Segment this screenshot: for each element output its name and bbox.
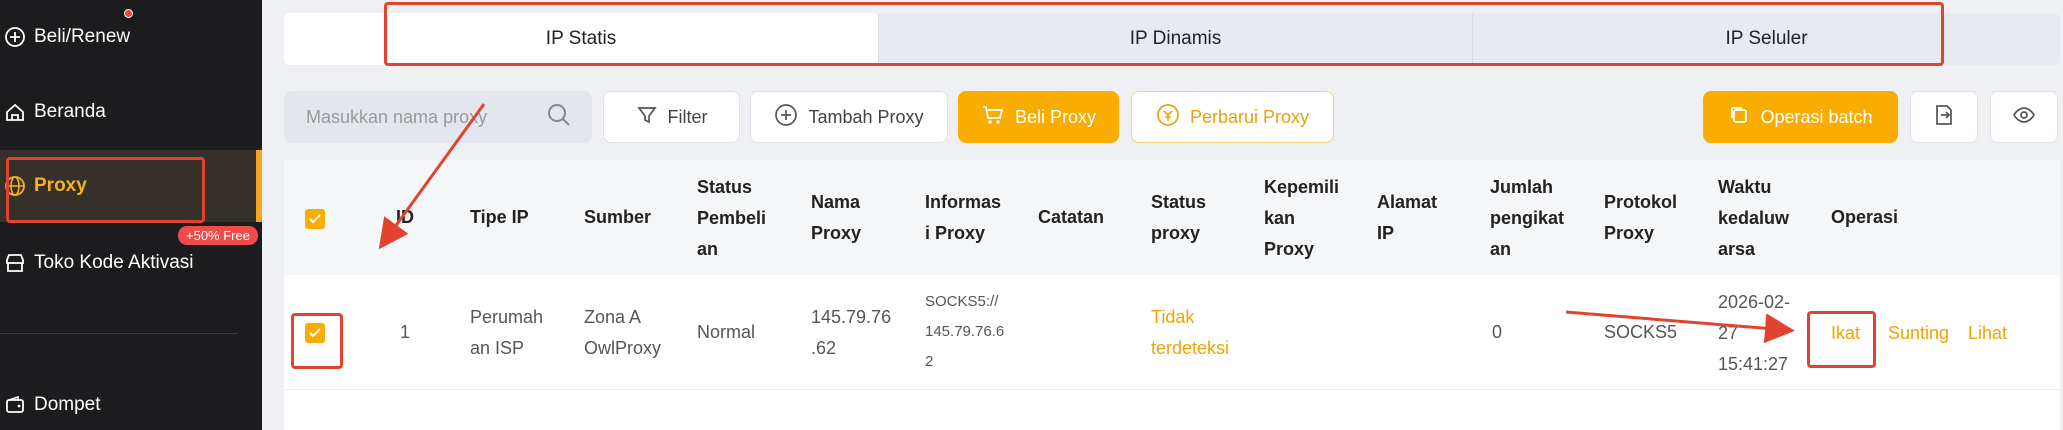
header-sumber[interactable]: Sumber (584, 202, 651, 233)
notification-dot (124, 9, 133, 18)
search-box (284, 91, 592, 143)
copy-icon (1728, 104, 1750, 131)
cell-id: 1 (400, 322, 411, 342)
check-icon (309, 328, 321, 338)
export-button[interactable] (1910, 91, 1978, 143)
bind-link[interactable]: Ikat (1831, 323, 1860, 344)
header-kepemilikan-proxy[interactable]: Kepemili kan Proxy (1264, 172, 1339, 265)
filter-icon (636, 104, 658, 131)
sidebar-item-dompet[interactable]: Dompet (0, 375, 262, 430)
sidebar: Beli/Renew Beranda Proxy +50% Free Toko … (0, 0, 262, 430)
header-waktu-kedaluwarsa[interactable]: Waktu kedaluw arsa (1718, 172, 1789, 265)
header-nama-proxy[interactable]: Nama Proxy (811, 187, 861, 249)
edit-link[interactable]: Sunting (1888, 323, 1949, 344)
tab-ip-seluler[interactable]: IP Seluler (1472, 13, 2060, 65)
home-icon (2, 99, 28, 125)
column-visibility-button[interactable] (1990, 91, 2058, 143)
view-link[interactable]: Lihat (1968, 323, 2007, 344)
add-proxy-button[interactable]: Tambah Proxy (750, 91, 948, 143)
cell-jumlah-pengikatan: 0 (1492, 322, 1503, 342)
store-icon (2, 250, 28, 276)
cell-sumber: Zona A OwlProxy (584, 307, 662, 358)
buy-proxy-button[interactable]: Beli Proxy (958, 91, 1119, 143)
cell-tipe-ip: Perumah an ISP (470, 307, 544, 358)
sidebar-item-label: Toko Kode Aktivasi (34, 252, 194, 273)
filter-button[interactable]: Filter (603, 91, 740, 143)
batch-operation-label: Operasi batch (1760, 106, 1873, 127)
table-row: 1 Perumah an ISP Zona A OwlProxy Normal … (284, 275, 2060, 390)
tab-ip-statis[interactable]: IP Statis (284, 13, 878, 65)
renew-proxy-button[interactable]: Perbarui Proxy (1131, 91, 1334, 143)
add-proxy-label: Tambah Proxy (808, 106, 924, 127)
plus-circle-icon (2, 24, 28, 50)
renew-coin-icon (1156, 103, 1180, 132)
header-id[interactable]: ID (396, 202, 414, 233)
header-alamat-ip[interactable]: Alamat IP (1377, 187, 1437, 249)
sidebar-item-label: Beranda (34, 101, 106, 122)
sidebar-item-proxy[interactable]: Proxy (0, 150, 262, 222)
table-header: ID Tipe IP Sumber Status Pembeli an Nama… (284, 160, 2060, 275)
cell-status-proxy: Tidak terdeteksi (1151, 307, 1230, 358)
header-status-proxy[interactable]: Status proxy (1151, 187, 1206, 249)
sidebar-item-label: Dompet (34, 394, 101, 415)
eye-settings-icon (2011, 102, 2037, 133)
export-icon (1932, 103, 1956, 132)
cell-status-pembelian: Normal (697, 322, 756, 342)
cell-nama-proxy: 145.79.76 .62 (811, 307, 892, 358)
plus-circle-icon (774, 103, 798, 132)
header-operasi: Operasi (1831, 207, 1899, 227)
globe-icon (2, 173, 28, 199)
sidebar-item-label: Proxy (34, 175, 87, 196)
search-icon[interactable] (546, 102, 572, 133)
header-catatan[interactable]: Catatan (1038, 202, 1104, 233)
header-tipe-ip[interactable]: Tipe IP (470, 202, 529, 233)
check-icon (309, 214, 321, 224)
tab-ip-dinamis[interactable]: IP Dinamis (878, 13, 1472, 65)
row-checkbox[interactable] (305, 323, 325, 343)
proxy-table: ID Tipe IP Sumber Status Pembeli an Nama… (284, 160, 2060, 430)
sidebar-divider (0, 333, 238, 334)
renew-proxy-label: Perbarui Proxy (1189, 106, 1310, 127)
cell-waktu-kedaluwarsa: 2026-02- 27 15:41:27 (1718, 292, 1791, 374)
cell-informasi-proxy: SOCKS5:// 145.79.76.6 2 (925, 293, 1005, 370)
ip-type-tabs: IP Statis IP Dinamis IP Seluler (284, 13, 2060, 65)
batch-operation-button[interactable]: Operasi batch (1703, 91, 1898, 143)
wallet-icon (2, 392, 28, 418)
header-status-pembelian[interactable]: Status Pembeli an (697, 172, 766, 265)
filter-label: Filter (667, 106, 708, 127)
buy-proxy-label: Beli Proxy (1014, 106, 1097, 127)
header-protokol-proxy[interactable]: Protokol Proxy (1604, 187, 1677, 249)
header-informasi-proxy[interactable]: Informas i Proxy (925, 187, 1001, 249)
cart-icon (981, 103, 1005, 132)
select-all-checkbox[interactable] (305, 209, 325, 229)
sidebar-item-beranda[interactable]: Beranda (0, 82, 262, 142)
header-jumlah-pengikatan[interactable]: Jumlah pengikat an (1490, 172, 1564, 265)
cell-protokol: SOCKS5 (1604, 322, 1678, 342)
sidebar-item-label: Beli/Renew (34, 26, 131, 47)
search-input[interactable] (306, 106, 526, 128)
sidebar-item-toko-kode-aktivasi[interactable]: Toko Kode Aktivasi (0, 233, 262, 293)
